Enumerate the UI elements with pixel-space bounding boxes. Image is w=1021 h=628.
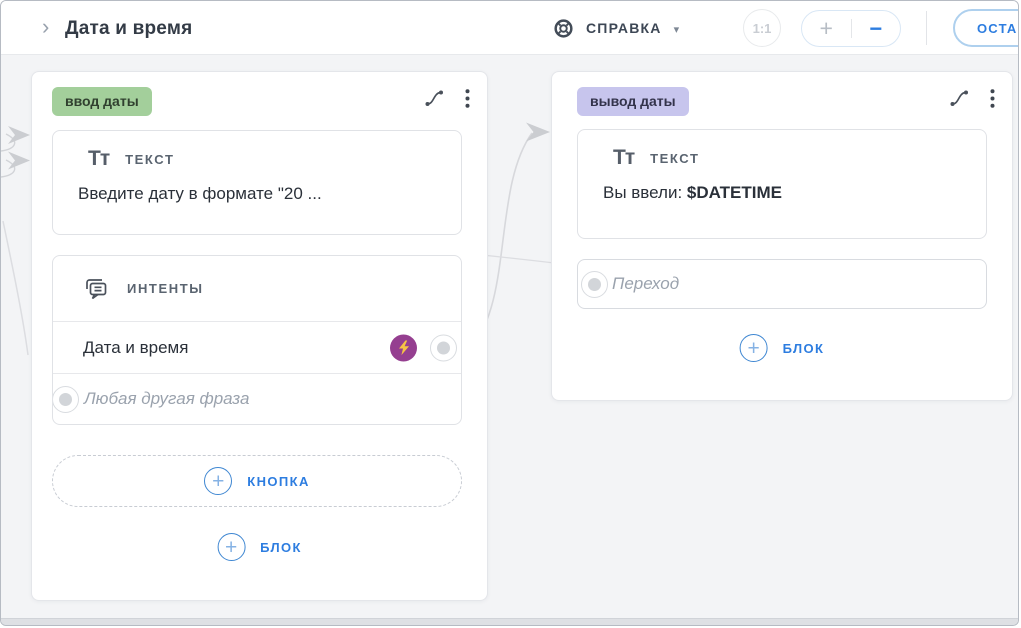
zoom-out-button[interactable]: − (852, 11, 901, 46)
intent-actions (390, 334, 457, 361)
intents-widget-label: ИНТЕНТЫ (127, 281, 204, 296)
add-block-button[interactable]: + БЛОК (217, 533, 302, 561)
breadcrumb-chevron-icon[interactable]: › (42, 1, 49, 55)
page-title: Дата и время (65, 1, 192, 55)
intent-text: Любая другая фраза (84, 389, 249, 409)
card-actions (949, 88, 995, 108)
zoom-reset-button[interactable]: 1:1 (743, 9, 781, 47)
variable-token: $DATETIME (687, 183, 782, 202)
transition-placeholder: Переход (612, 274, 679, 294)
block-title-badge[interactable]: ввод даты (52, 87, 152, 116)
transition-slot[interactable]: Переход (577, 259, 987, 309)
connections-icon[interactable] (949, 88, 971, 108)
toolbar-divider (926, 11, 927, 45)
text-widget-label: ТЕКСТ (650, 151, 699, 166)
text-widget-content: Введите дату в формате "20 ... (53, 171, 461, 204)
intents-widget[interactable]: ИНТЕНТЫ Дата и время Любая другая фраза (52, 255, 462, 425)
plus-icon: + (217, 533, 245, 561)
add-button-button[interactable]: + КНОПКА (52, 455, 462, 507)
text-widget-content: Вы ввели: $DATETIME (578, 170, 986, 203)
block-title-badge[interactable]: вывод даты (577, 87, 689, 116)
zoom-controls: + − (801, 10, 901, 47)
stop-button[interactable]: ОСТА (953, 9, 1019, 47)
block-card-input-date[interactable]: ввод даты Тт ТЕКСТ (31, 71, 488, 601)
intents-header: ИНТЕНТЫ (53, 256, 461, 322)
zoom-in-button[interactable]: + (802, 11, 851, 46)
ml-intent-badge[interactable] (390, 334, 417, 361)
kebab-menu-icon[interactable] (465, 89, 470, 108)
top-bar: › Дата и время СПРАВКА ▾ 1:1 + − ОСТА (1, 1, 1018, 55)
block-card-output-date[interactable]: вывод даты Тт ТЕКСТ (551, 71, 1013, 401)
text-widget[interactable]: Тт ТЕКСТ Вы ввели: $DATETIME (577, 129, 987, 239)
plus-icon: + (204, 467, 232, 495)
lightning-icon (398, 340, 410, 355)
horizontal-scrollbar[interactable] (1, 618, 1018, 625)
intent-row-any-phrase[interactable]: Любая другая фраза (53, 374, 461, 424)
help-label: СПРАВКА (586, 20, 662, 36)
connections-icon[interactable] (424, 88, 446, 108)
text-widget[interactable]: Тт ТЕКСТ Введите дату в формате "20 ... (52, 130, 462, 235)
kebab-menu-icon[interactable] (990, 89, 995, 108)
add-button-label: КНОПКА (247, 474, 310, 489)
lifebuoy-icon (553, 18, 574, 39)
add-block-label: БЛОК (783, 341, 825, 356)
intent-text: Дата и время (83, 338, 188, 358)
connection-point[interactable] (430, 334, 457, 361)
intent-row-datetime[interactable]: Дата и время (53, 322, 461, 374)
chat-bubbles-icon (83, 277, 109, 301)
text-widget-icon: Тт (613, 146, 634, 170)
plus-icon: + (740, 334, 768, 362)
help-menu[interactable]: СПРАВКА ▾ (553, 1, 679, 55)
connection-point[interactable] (581, 271, 608, 298)
add-block-label: БЛОК (260, 540, 302, 555)
add-block-button[interactable]: + БЛОК (740, 334, 825, 362)
connection-point[interactable] (52, 386, 79, 413)
text-widget-icon: Тт (88, 147, 109, 171)
flow-editor-window: › Дата и время СПРАВКА ▾ 1:1 + − ОСТА (0, 0, 1019, 626)
card-actions (424, 88, 470, 108)
chevron-down-icon: ▾ (674, 21, 680, 36)
text-widget-label: ТЕКСТ (125, 152, 174, 167)
